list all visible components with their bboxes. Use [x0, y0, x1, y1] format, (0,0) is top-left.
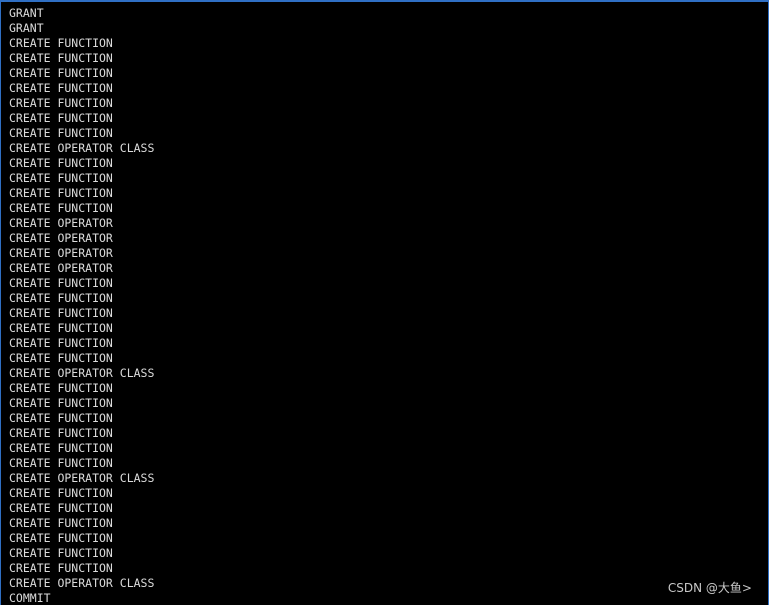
terminal-output-line: CREATE FUNCTION	[9, 441, 113, 455]
terminal-output-line: CREATE OPERATOR	[9, 261, 113, 275]
terminal-output-line: COMMIT	[9, 591, 51, 605]
terminal-output-line: CREATE FUNCTION	[9, 291, 113, 305]
terminal-output-line: CREATE FUNCTION	[9, 186, 113, 200]
terminal-output-line: CREATE OPERATOR CLASS	[9, 141, 155, 155]
terminal-output-line: CREATE FUNCTION	[9, 336, 113, 350]
terminal-output-line: CREATE OPERATOR CLASS	[9, 471, 155, 485]
terminal-output-line: GRANT	[9, 21, 44, 35]
terminal-output-line: CREATE FUNCTION	[9, 66, 113, 80]
terminal-output-line: CREATE FUNCTION	[9, 456, 113, 470]
terminal-output-line: CREATE FUNCTION	[9, 111, 113, 125]
terminal-output-line: CREATE FUNCTION	[9, 531, 113, 545]
terminal-output-line: CREATE OPERATOR	[9, 246, 113, 260]
terminal-output-line: CREATE FUNCTION	[9, 156, 113, 170]
terminal-output-line: CREATE FUNCTION	[9, 321, 113, 335]
terminal-output-line: CREATE FUNCTION	[9, 501, 113, 515]
terminal-window[interactable]: GRANT GRANT CREATE FUNCTION CREATE FUNCTION…	[0, 0, 769, 605]
terminal-output-line: CREATE FUNCTION	[9, 81, 113, 95]
terminal-output-line: CREATE FUNCTION	[9, 396, 113, 410]
terminal-output-line: CREATE FUNCTION	[9, 561, 113, 575]
terminal-output-line: CREATE OPERATOR	[9, 216, 113, 230]
terminal-output-line: CREATE FUNCTION	[9, 51, 113, 65]
csdn-watermark: CSDN @大鱼>	[667, 581, 752, 595]
terminal-output-line: CREATE FUNCTION	[9, 516, 113, 530]
terminal-output: GRANT GRANT CREATE FUNCTION CREATE FUNCTION…	[9, 6, 154, 605]
terminal-output-line: CREATE FUNCTION	[9, 276, 113, 290]
terminal-output-line: CREATE OPERATOR CLASS	[9, 366, 155, 380]
terminal-output-line: CREATE FUNCTION	[9, 171, 113, 185]
terminal-output-line: CREATE FUNCTION	[9, 36, 113, 50]
terminal-output-line: CREATE FUNCTION	[9, 411, 113, 425]
terminal-output-line: CREATE OPERATOR CLASS	[9, 576, 155, 590]
terminal-output-line: CREATE FUNCTION	[9, 126, 113, 140]
terminal-output-line: CREATE FUNCTION	[9, 96, 113, 110]
terminal-output-line: CREATE FUNCTION	[9, 351, 113, 365]
terminal-output-line: GRANT	[9, 6, 44, 20]
terminal-output-line: CREATE FUNCTION	[9, 426, 113, 440]
terminal-output-line: CREATE OPERATOR	[9, 231, 113, 245]
terminal-output-line: CREATE FUNCTION	[9, 306, 113, 320]
terminal-output-line: CREATE FUNCTION	[9, 201, 113, 215]
terminal-output-line: CREATE FUNCTION	[9, 486, 113, 500]
terminal-output-line: CREATE FUNCTION	[9, 381, 113, 395]
terminal-output-line: CREATE FUNCTION	[9, 546, 113, 560]
